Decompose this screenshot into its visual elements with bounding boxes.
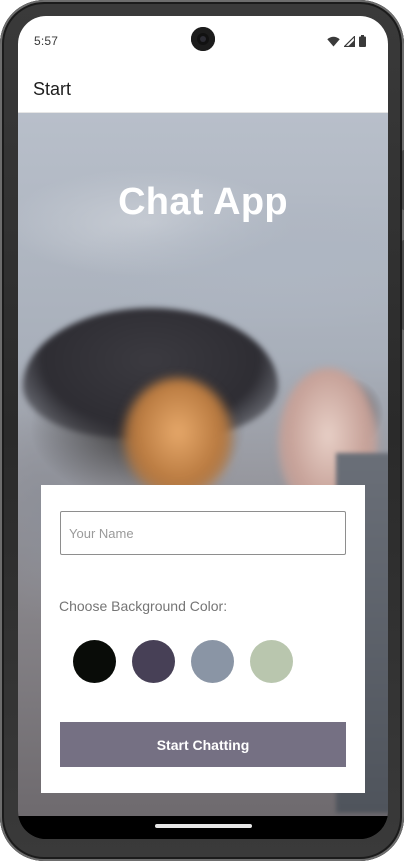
start-form-card: Choose Background Color: Start Chatting bbox=[41, 485, 365, 793]
color-swatch-purple[interactable] bbox=[132, 640, 175, 683]
color-swatch-green[interactable] bbox=[250, 640, 293, 683]
status-icons bbox=[327, 34, 366, 52]
app-bar: Start bbox=[18, 66, 388, 113]
color-swatch-black[interactable] bbox=[73, 640, 116, 683]
background-image: Chat App Choose Background Color: Start … bbox=[18, 113, 388, 816]
app-bar-title: Start bbox=[33, 78, 72, 99]
color-swatch-group bbox=[73, 640, 293, 683]
app-title: Chat App bbox=[118, 181, 288, 223]
wifi-icon bbox=[327, 34, 340, 52]
phone-frame: 5:57 Start Chat App Your Name Choose Bac… bbox=[0, 0, 404, 861]
name-input[interactable] bbox=[60, 511, 346, 555]
front-camera bbox=[191, 27, 215, 51]
status-bar: 5:57 bbox=[18, 16, 388, 66]
start-chatting-button[interactable]: Start Chatting bbox=[60, 722, 346, 767]
battery-icon bbox=[359, 34, 366, 52]
status-time: 5:57 bbox=[34, 34, 59, 48]
color-swatch-blue-grey[interactable] bbox=[191, 640, 234, 683]
phone-screen: 5:57 Start Chat App Your Name Choose Bac… bbox=[18, 16, 388, 839]
navigation-bar bbox=[18, 816, 388, 839]
signal-icon bbox=[343, 34, 356, 52]
background-photo-person-left bbox=[123, 378, 233, 498]
home-indicator[interactable] bbox=[155, 824, 252, 828]
background-color-label: Choose Background Color: bbox=[59, 598, 228, 614]
